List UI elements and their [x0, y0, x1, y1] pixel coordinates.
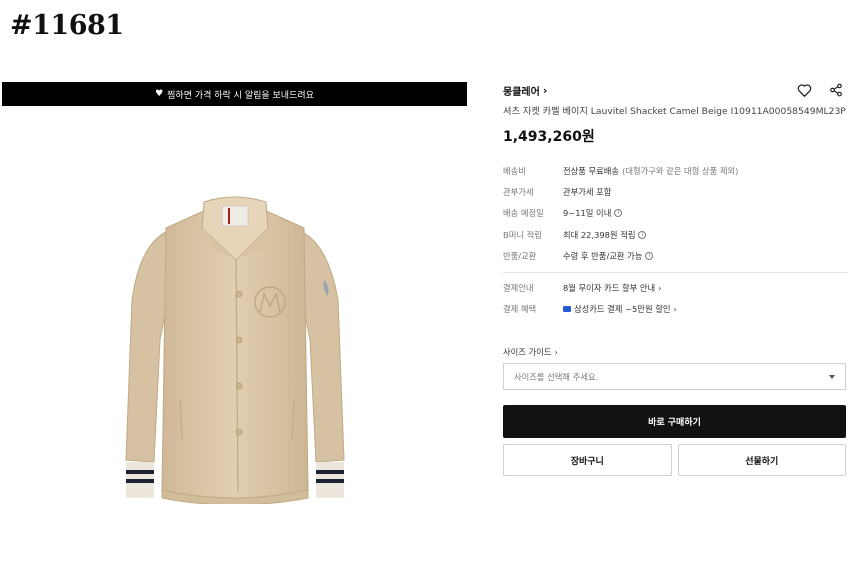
chevron-right-icon: › — [658, 283, 662, 294]
info-key: 결제 혜택 — [503, 304, 537, 315]
product-actions — [796, 82, 844, 98]
info-row-shipping: 배송비 전상품 무료배송 (대형가구와 같은 대형 상품 제외) — [503, 160, 848, 181]
chevron-right-icon: › — [673, 304, 677, 315]
jacket-illustration — [125, 196, 345, 506]
info-row-returns: 반품/교환 수령 후 반품/교환 가능 i — [503, 245, 848, 266]
info-icon[interactable]: i — [638, 230, 647, 239]
delivery-date-value: 9~11일 이내 — [563, 208, 612, 219]
caret-down-icon — [829, 374, 835, 379]
product-image — [118, 190, 350, 506]
returns-value: 수령 후 반품/교환 가능 — [563, 250, 643, 261]
size-placeholder: 사이즈를 선택해 주세요. — [514, 371, 599, 382]
cart-button[interactable]: 장바구니 — [503, 444, 672, 477]
buy-now-button[interactable]: 바로 구매하기 — [503, 405, 846, 439]
secondary-buttons: 장바구니 선물하기 — [503, 444, 846, 477]
info-value: 수령 후 반품/교환 가능 i — [563, 250, 654, 262]
size-guide-label: 사이즈 가이드 — [503, 347, 552, 358]
wishlist-banner[interactable]: ♥ 찜하면 가격 하락 시 알림을 보내드려요 — [2, 82, 467, 106]
info-row-payment-benefit[interactable]: 결제 혜택 삼성카드 결제 ~5만원 할인 › — [503, 299, 848, 320]
product-title: 셔츠 자켓 카멜 베이지 Lauvitel Shacket Camel Beig… — [503, 106, 846, 117]
info-value: 관부가세 포함 — [563, 186, 612, 197]
banner-text: 찜하면 가격 하락 시 알림을 보내드려요 — [167, 90, 314, 101]
info-row-points: B머니 적립 최대 22,398원 적립 i — [503, 224, 848, 245]
info-icon[interactable]: i — [645, 251, 654, 260]
info-value: 8월 무이자 카드 할부 안내 › — [563, 282, 662, 294]
info-icon[interactable]: i — [614, 209, 623, 218]
info-key: 반품/교환 — [503, 250, 537, 261]
card-icon — [563, 306, 571, 313]
brand-link[interactable]: 몽클레어 › — [503, 83, 547, 98]
brand-name: 몽클레어 — [503, 86, 540, 98]
info-key: 배송 예정일 — [503, 208, 544, 219]
info-value: 삼성카드 결제 ~5만원 할인 › — [563, 303, 677, 315]
benefit-value: 삼성카드 결제 ~5만원 할인 — [574, 304, 671, 315]
heart-icon: ♥ — [155, 89, 164, 99]
info-key: 관부가세 — [503, 186, 534, 197]
info-row-payment-guide[interactable]: 결제안내 8월 무이자 카드 할부 안내 › — [503, 277, 848, 298]
info-key: 결제안내 — [503, 283, 534, 294]
gift-button[interactable]: 선물하기 — [677, 444, 846, 477]
page-id: #11681 — [10, 10, 124, 41]
shipping-note: (대형가구와 같은 대형 상품 제외) — [622, 165, 739, 176]
size-select[interactable]: 사이즈를 선택해 주세요. — [503, 363, 846, 391]
brand-row: 몽클레어 › — [503, 80, 848, 100]
installment-value: 8월 무이자 카드 할부 안내 — [563, 283, 656, 294]
info-key: B머니 적립 — [503, 229, 542, 240]
info-value: 9~11일 이내 i — [563, 207, 623, 219]
chevron-right-icon: › — [554, 347, 558, 358]
info-value: 최대 22,398원 적립 i — [563, 229, 647, 241]
points-value: 최대 22,398원 적립 — [563, 229, 636, 240]
delivery-info: 배송비 전상품 무료배송 (대형가구와 같은 대형 상품 제외) 관부가세 관부… — [503, 160, 848, 320]
share-icon[interactable] — [828, 82, 844, 98]
heart-outline-icon[interactable] — [796, 82, 812, 98]
divider — [503, 272, 848, 274]
chevron-right-icon: › — [542, 83, 548, 97]
product-panel: 몽클레어 › 셔츠 자켓 카멜 베이지 Lauvitel Shacket Cam… — [503, 80, 848, 477]
shipping-value: 전상품 무료배송 — [563, 165, 620, 176]
info-row-delivery-date: 배송 예정일 9~11일 이내 i — [503, 203, 848, 224]
size-guide-link[interactable]: 사이즈 가이드 › — [503, 346, 848, 358]
info-key: 배송비 — [503, 165, 526, 176]
product-price: 1,493,260원 — [503, 129, 595, 145]
info-value: 전상품 무료배송 (대형가구와 같은 대형 상품 제외) — [563, 165, 738, 177]
info-row-duty: 관부가세 관부가세 포함 — [503, 181, 848, 202]
